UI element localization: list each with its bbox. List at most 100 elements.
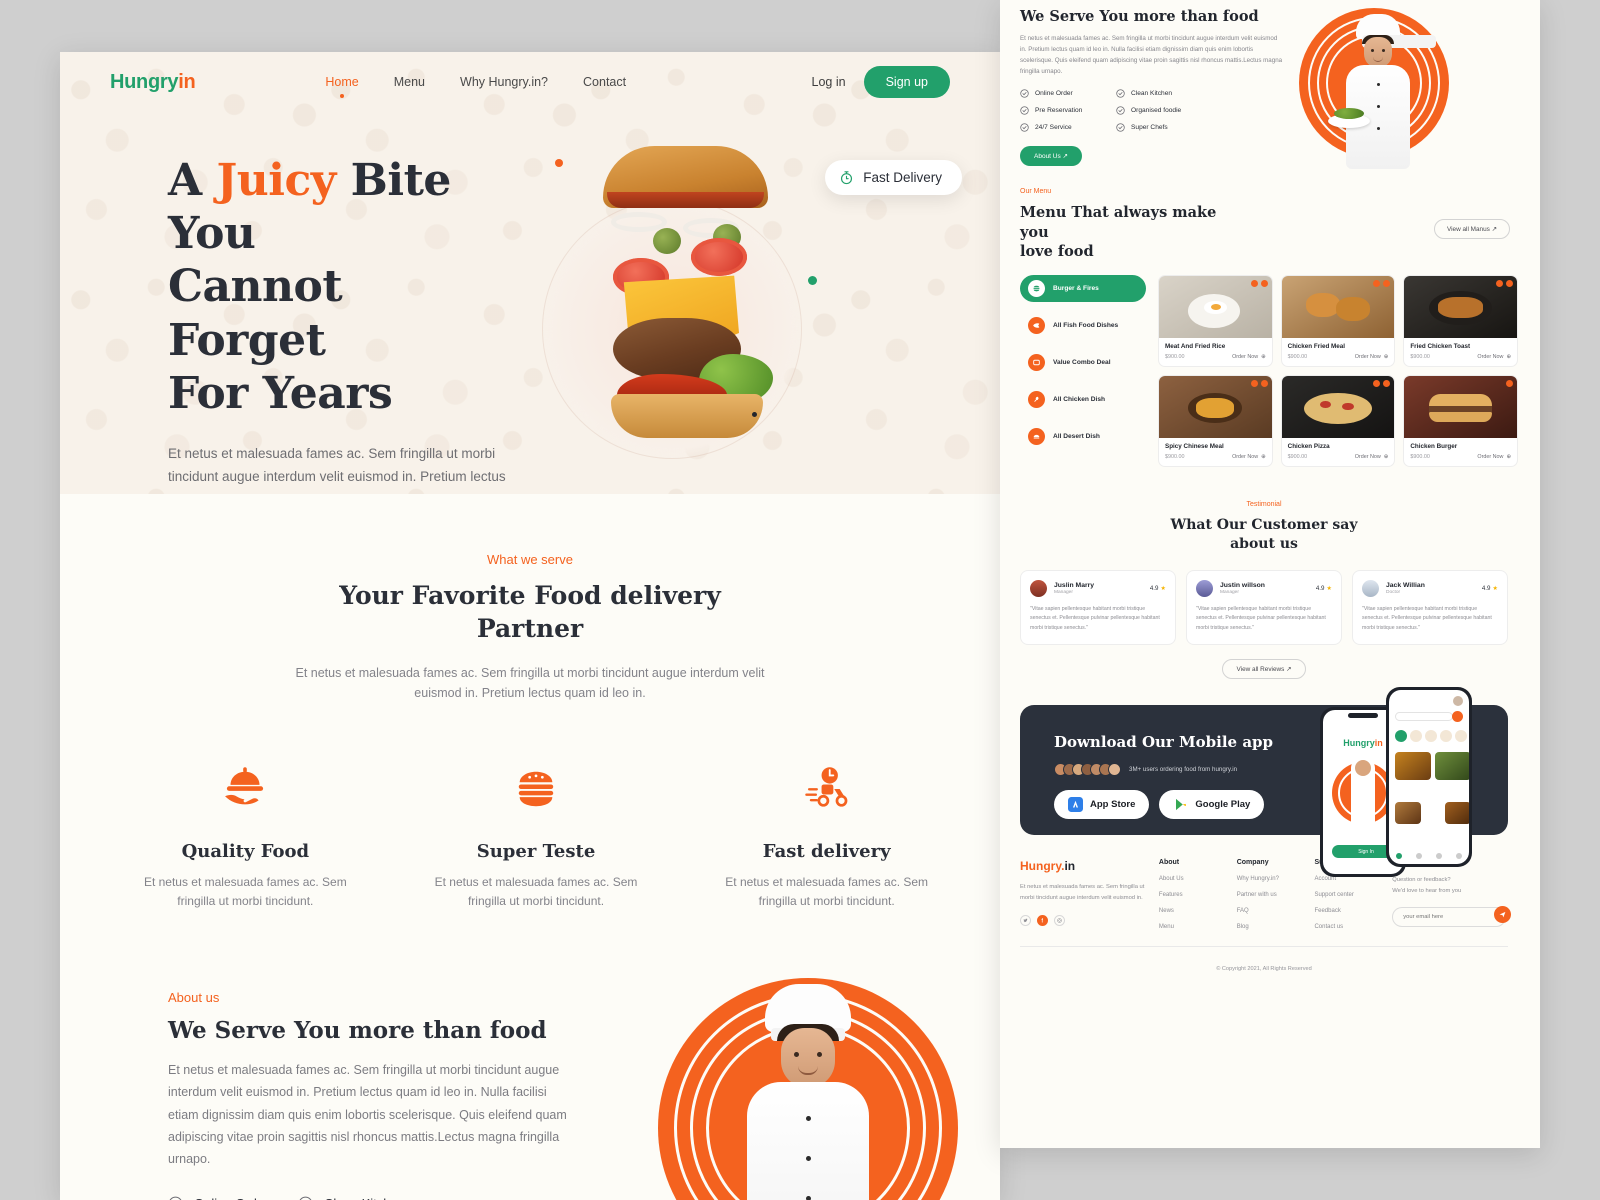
phone-restaurant-thumb[interactable]: [1445, 802, 1469, 825]
footer-link[interactable]: Blog: [1237, 924, 1315, 930]
phone-category-icon[interactable]: [1455, 730, 1467, 743]
phone-nav-home-icon[interactable]: [1396, 853, 1402, 860]
nav-link-why-hungry[interactable]: Why Hungry.in?: [460, 75, 548, 89]
phone-nav-orders-icon[interactable]: [1436, 853, 1442, 860]
footer-link[interactable]: News: [1159, 908, 1237, 914]
menu-category-chicken[interactable]: All Chicken Dish: [1020, 386, 1146, 413]
dish-card[interactable]: Fried Chicken Toast $900.00 Order Now ⊕: [1403, 274, 1518, 367]
favorite-icon[interactable]: [1373, 279, 1381, 287]
favorite-icon[interactable]: [1505, 379, 1513, 387]
phone-search-input[interactable]: [1395, 712, 1453, 722]
fast-delivery-label: Fast Delivery: [863, 170, 942, 185]
nav-link-home[interactable]: Home: [325, 75, 358, 89]
email-input[interactable]: [1392, 906, 1507, 927]
footer-link[interactable]: About Us: [1159, 876, 1237, 882]
dish-card[interactable]: Spicy Chinese Meal $900.00 Order Now ⊕: [1158, 374, 1273, 467]
phone-nav-profile-icon[interactable]: [1456, 853, 1462, 860]
order-now-link[interactable]: Order Now ⊕: [1477, 354, 1511, 360]
google-play-button[interactable]: Google Play: [1159, 790, 1265, 820]
signup-button[interactable]: Sign up: [863, 66, 950, 98]
phone-food-thumb[interactable]: [1435, 752, 1469, 781]
menu-category-combo[interactable]: Value Combo Deal: [1020, 349, 1146, 376]
footer-link[interactable]: Feedback: [1314, 908, 1392, 914]
twitter-icon[interactable]: [1020, 915, 1031, 927]
logo[interactable]: Hungryin: [110, 71, 196, 94]
phone-filter-button[interactable]: [1452, 711, 1463, 723]
footer-get-in-touch: Get in Touch Question or feedback? We'd …: [1392, 859, 1511, 930]
footer-link[interactable]: Support center: [1314, 892, 1392, 898]
dish-card[interactable]: Meat And Fried Rice $900.00 Order Now ⊕: [1158, 274, 1273, 367]
instagram-icon[interactable]: [1054, 915, 1065, 927]
cart-icon[interactable]: [1505, 279, 1513, 287]
order-now-link[interactable]: Order Now ⊕: [1355, 454, 1389, 460]
cart-icon[interactable]: [1260, 379, 1268, 387]
desktop-mockup-right: We Serve You more than food Et netus et …: [1000, 0, 1540, 1148]
dish-card[interactable]: Chicken Burger $900.00 Order Now ⊕: [1403, 374, 1518, 467]
cart-icon[interactable]: [1260, 279, 1268, 287]
app-store-label: App Store: [1090, 799, 1136, 811]
dish-chicken: [1335, 297, 1370, 321]
dish-actions: [1495, 279, 1513, 287]
menu-category-fish[interactable]: All Fish Food Dishes: [1020, 312, 1146, 339]
footer-link[interactable]: FAQ: [1237, 908, 1315, 914]
app-store-button[interactable]: App Store: [1054, 790, 1150, 820]
menu-category-burger-fires[interactable]: Burger & Fires: [1020, 274, 1146, 302]
phone-category-icon[interactable]: [1410, 730, 1422, 743]
footer-link[interactable]: Partner with us: [1237, 892, 1315, 898]
favorite-icon[interactable]: [1250, 379, 1258, 387]
about-title: We Serve You more than food: [168, 1017, 547, 1045]
testimonial-card: Jack Willian Doctor 4.9 ★ "Vitae sapien …: [1352, 569, 1508, 646]
feature-text: Et netus et malesuada fames ac. Sem frin…: [725, 874, 929, 909]
about-body-compact: Et netus et malesuada fames ac. Sem frin…: [1020, 35, 1283, 75]
favorite-icon[interactable]: [1250, 279, 1258, 287]
favorite-icon[interactable]: [1495, 279, 1503, 287]
about-us-button[interactable]: About Us ↗: [1020, 146, 1083, 167]
view-all-reviews-button[interactable]: View all Reviews ↗: [1221, 659, 1307, 680]
menu-category-desert[interactable]: All Desert Dish: [1020, 423, 1146, 450]
order-now-link[interactable]: Order Now ⊕: [1232, 354, 1266, 360]
order-now-link[interactable]: Order Now ⊕: [1355, 354, 1389, 360]
hero-section: Hungryin Home Menu Why Hungry.in? Contac…: [60, 52, 1000, 494]
phone-food-thumb[interactable]: [1395, 752, 1431, 781]
serve-title: Your Favorite Food delivery Partner: [60, 579, 1000, 645]
dish-price: $900.00: [1410, 353, 1430, 360]
view-all-menus-button[interactable]: View all Manus ↗: [1433, 219, 1510, 240]
phone-avatar: [1453, 696, 1463, 707]
footer-logo[interactable]: Hungry.in: [1020, 859, 1159, 873]
footer-link[interactable]: Menu: [1159, 924, 1237, 930]
check-label: Clean Kitchen: [1131, 90, 1173, 98]
phone-category-icon[interactable]: [1440, 730, 1452, 743]
burger-pickle: [653, 228, 681, 254]
dish-card[interactable]: Chicken Pizza $900.00 Order Now ⊕: [1280, 374, 1396, 467]
footer-link[interactable]: Features: [1159, 892, 1237, 898]
phone-category-icon[interactable]: [1425, 730, 1437, 743]
login-link[interactable]: Log in: [812, 75, 846, 89]
nav-link-menu[interactable]: Menu: [394, 75, 425, 89]
phone-nav-search-icon[interactable]: [1416, 853, 1422, 860]
dish-name: Meat And Fried Rice: [1165, 342, 1226, 350]
submit-email-button[interactable]: [1494, 905, 1511, 923]
phone-restaurant-thumb[interactable]: [1395, 802, 1421, 825]
dish-image: [1159, 375, 1272, 438]
dish-card[interactable]: Chicken Fried Meal $900.00 Order Now ⊕: [1280, 274, 1396, 367]
about-checklist: Online Order Clean Kitchen: [168, 1196, 598, 1200]
facebook-icon[interactable]: [1037, 915, 1048, 927]
order-now-link[interactable]: Order Now ⊕: [1477, 454, 1511, 460]
testimonial-title-line2: about us: [1230, 535, 1298, 552]
order-now-link[interactable]: Order Now ⊕: [1232, 454, 1266, 460]
footer-link[interactable]: Contact us: [1314, 924, 1392, 930]
menu-category-label: Value Combo Deal: [1053, 358, 1111, 366]
dessert-icon: [1028, 427, 1045, 445]
cart-icon[interactable]: [1383, 379, 1391, 387]
cart-icon[interactable]: [1383, 279, 1391, 287]
reviewer-name: Juslin Marry: [1054, 581, 1095, 589]
nav-link-contact[interactable]: Contact: [583, 75, 626, 89]
nav-links: Home Menu Why Hungry.in? Contact: [325, 75, 626, 89]
check-label: Clean Kitchen: [324, 1196, 405, 1200]
avatar: [1362, 579, 1379, 597]
phone-category-icon[interactable]: [1395, 730, 1407, 743]
footer-link[interactable]: Why Hungry.in?: [1237, 876, 1315, 882]
favorite-icon[interactable]: [1373, 379, 1381, 387]
footer-link[interactable]: Account: [1314, 876, 1392, 882]
app-store-icon: [1068, 797, 1083, 813]
